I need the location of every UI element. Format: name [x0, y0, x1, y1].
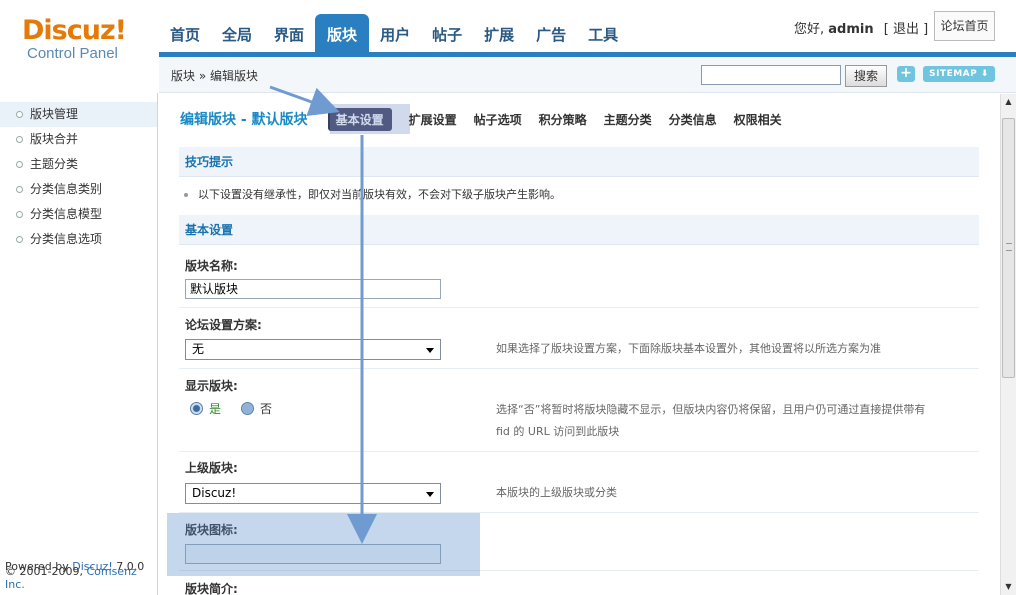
nav-tab-home[interactable]: 首页 [159, 14, 211, 57]
search-button[interactable]: 搜索 [845, 65, 887, 87]
radio-yes[interactable] [190, 402, 203, 415]
breadcrumb: 版块 » 编辑版块 [171, 69, 258, 83]
forum-name-label: 版块名称: [185, 259, 238, 273]
subtab-info[interactable]: 分类信息 [669, 111, 717, 128]
page-title: 编辑版块 - 默认版块 [180, 112, 308, 128]
logo-text: Discuz! [22, 15, 127, 46]
sidebar-item-label: 主题分类 [30, 157, 79, 171]
logo-subtitle: Control Panel [27, 45, 118, 62]
sidebar-item-info-models[interactable]: 分类信息模型 [0, 202, 157, 227]
bullet-icon [16, 111, 23, 118]
title-row: 编辑版块 - 默认版块 基本设置 扩展设置 帖子选项 积分策略 主题分类 分类信… [180, 107, 799, 131]
nav-tab-posts[interactable]: 帖子 [421, 14, 473, 57]
bullet-icon [16, 186, 23, 193]
sidebar-item-forum-merge[interactable]: 版块合并 [0, 127, 157, 152]
parent-forum-label: 上级版块: [185, 461, 238, 475]
control-panel-window: Discuz! Control Panel 首页 全局 界面 版块 用户 帖子 … [0, 0, 1016, 595]
parent-selected: Discuz! [192, 486, 237, 500]
subtab-permissions[interactable]: 权限相关 [734, 111, 782, 128]
tip-content: 以下设置没有继承性，即仅对当前版块有效，不会对下级子版块产生影响。 [198, 188, 561, 201]
scroll-up-arrow-icon[interactable]: ▲ [1001, 94, 1016, 110]
user-area: 您好, admin [ 退出 ] [794, 18, 928, 37]
show-hint-line1: 选择“否”将暂时将版块隐藏不显示，但版块内容仍将保留，且用户仍可通过直接提供带有 [496, 403, 926, 416]
subtab-thread-types[interactable]: 主题分类 [604, 111, 652, 128]
nav-tab-extend[interactable]: 扩展 [473, 14, 525, 57]
discuz-logo[interactable]: Discuz! Control Panel [22, 16, 132, 62]
nav-tab-ads[interactable]: 广告 [525, 14, 577, 57]
main-nav: 首页 全局 界面 版块 用户 帖子 扩展 广告 工具 [159, 14, 629, 57]
vertical-scrollbar[interactable]: ▲ ▼ [1000, 94, 1016, 595]
sidebar-item-thread-types[interactable]: 主题分类 [0, 152, 157, 177]
scroll-thumb[interactable] [1002, 118, 1015, 378]
scheme-label: 论坛设置方案: [185, 318, 262, 332]
tip-text: 以下设置没有继承性，即仅对当前版块有效，不会对下级子版块产生影响。 [184, 186, 561, 202]
bullet-icon [16, 161, 23, 168]
chevron-down-icon [426, 348, 434, 353]
show-hint-line2: fid 的 URL 访问到此版块 [496, 425, 620, 438]
divider [179, 307, 979, 308]
nav-tab-forums[interactable]: 版块 [315, 14, 370, 57]
sidebar-item-label: 分类信息类别 [30, 182, 103, 196]
username: admin [828, 22, 874, 37]
tips-header: 技巧提示 [179, 147, 979, 177]
header: Discuz! Control Panel 首页 全局 界面 版块 用户 帖子 … [0, 0, 1016, 62]
bullet-icon [16, 136, 23, 143]
sidebar: 版块管理 版块合并 主题分类 分类信息类别 分类信息模型 分类信息选项 Powe… [0, 93, 158, 595]
sidebar-item-info-categories[interactable]: 分类信息类别 [0, 177, 157, 202]
scroll-down-arrow-icon[interactable]: ▼ [1001, 579, 1016, 595]
sidebar-item-forum-manage[interactable]: 版块管理 [0, 102, 157, 127]
nav-tab-users[interactable]: 用户 [369, 14, 421, 57]
chevron-down-icon [426, 492, 434, 497]
bullet-icon [184, 193, 188, 197]
bullet-icon [16, 211, 23, 218]
divider [179, 451, 979, 452]
subtab-post-options[interactable]: 帖子选项 [474, 111, 522, 128]
forum-name-input[interactable]: 默认版块 [185, 279, 441, 299]
parent-forum-select[interactable]: Discuz! [185, 483, 441, 504]
breadcrumb-bar: 版块 » 编辑版块 搜索 + SITEMAP ⬇ [159, 57, 1016, 93]
divider [179, 368, 979, 369]
scheme-select[interactable]: 无 [185, 339, 441, 360]
annotation-highlight [167, 513, 480, 576]
bullet-icon [16, 236, 23, 243]
scheme-selected: 无 [192, 342, 205, 356]
grip-icon [1006, 243, 1012, 251]
nav-tab-style[interactable]: 界面 [263, 14, 315, 57]
subtab-credits[interactable]: 积分策略 [539, 111, 587, 128]
search-input[interactable] [701, 65, 841, 85]
nav-tab-global[interactable]: 全局 [211, 14, 263, 57]
greeting: 您好, [794, 22, 825, 37]
sidebar-item-label: 分类信息选项 [30, 232, 103, 246]
radio-yes-label: 是 [209, 402, 222, 416]
radio-no[interactable] [241, 402, 255, 415]
copyright-prefix: © 2001-2009, [5, 565, 87, 578]
sidebar-item-info-options[interactable]: 分类信息选项 [0, 227, 157, 252]
logout-link[interactable]: [ 退出 ] [884, 22, 928, 37]
sidebar-item-label: 版块合并 [30, 132, 79, 146]
copyright: © 2001-2009, Comsenz Inc. [5, 565, 157, 591]
scheme-hint: 如果选择了版块设置方案，下面除版块基本设置外，其他设置将以所选方案为准 [496, 342, 881, 355]
radio-no-label: 否 [260, 402, 273, 416]
forum-description-label: 版块简介: [185, 582, 238, 595]
basic-settings-header: 基本设置 [179, 215, 979, 245]
add-shortcut-button[interactable]: + [897, 66, 915, 82]
forum-home-button[interactable]: 论坛首页 [934, 11, 995, 41]
subtab-extended[interactable]: 扩展设置 [409, 111, 457, 128]
subtab-basic[interactable]: 基本设置 [327, 107, 392, 131]
nav-tab-tools[interactable]: 工具 [577, 14, 629, 57]
sitemap-button[interactable]: SITEMAP ⬇ [923, 66, 995, 82]
show-forum-label: 显示版块: [185, 379, 238, 393]
parent-hint: 本版块的上级版块或分类 [496, 486, 617, 499]
sidebar-item-label: 分类信息模型 [30, 207, 103, 221]
settings-subtabs: 基本设置 扩展设置 帖子选项 积分策略 主题分类 分类信息 权限相关 [327, 107, 799, 131]
show-forum-radios: 是 否 [190, 400, 272, 417]
sidebar-item-label: 版块管理 [30, 107, 79, 121]
